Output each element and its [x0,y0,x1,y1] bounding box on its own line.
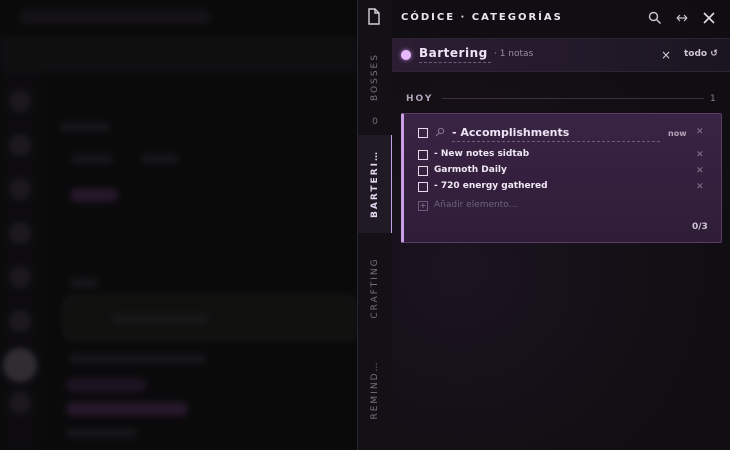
checklist-item[interactable]: - 720 energy gathered [434,181,548,191]
category-name-underline [419,62,491,63]
category-name[interactable]: Bartering [419,46,488,60]
add-item-icon[interactable]: + [418,201,428,211]
note-progress: 0/3 [692,222,708,232]
category-color-dot [401,50,411,60]
background-app [0,0,357,450]
tab-reminders-label: REMIND… [370,360,380,420]
codex-panel: CÓDICE · CATEGORÍAS Bartering · 1 notas … [392,0,730,450]
tab-reminders[interactable]: REMIND… [358,350,392,430]
tab-bartering[interactable]: BARTERI… [358,135,393,233]
tab-bosses[interactable]: BOSSES [358,42,392,112]
checklist-item[interactable]: Garmoth Daily [434,165,507,175]
category-note-count: · 1 notas [494,49,534,59]
panel-header: CÓDICE · CATEGORÍAS [392,0,730,39]
note-title[interactable]: - Accomplishments [452,126,569,139]
close-icon[interactable] [702,10,718,26]
item-checkbox[interactable] [418,150,428,160]
show-all-button[interactable]: todo ↺ [684,49,718,59]
panel-title: CÓDICE · CATEGORÍAS [401,12,563,23]
section-divider [442,98,704,99]
note-timestamp: now [668,129,687,138]
section-label: HOY [406,94,434,104]
section-count: 1 [710,94,716,104]
checklist-item[interactable]: - New notes sidtab [434,149,529,159]
tab-bosses-count: 0 [372,117,378,127]
category-close-button[interactable]: × [661,48,671,62]
category-header: Bartering · 1 notas × todo ↺ [392,39,730,72]
tab-crafting-label: CRAFTING [370,257,380,319]
remove-item-icon[interactable]: ✕ [696,150,704,160]
note-title-underline [452,141,660,142]
item-checkbox[interactable] [418,166,428,176]
remove-item-icon[interactable]: ✕ [696,166,704,176]
document-icon[interactable] [367,8,383,26]
note-card[interactable]: - Accomplishments now ✕ - New notes sidt… [401,113,722,243]
tab-bartering-label: BARTERI… [370,150,380,218]
item-checkbox[interactable] [418,182,428,192]
delete-note-icon[interactable]: ✕ [696,127,704,137]
search-icon[interactable] [648,10,664,26]
category-tab-rail: BOSSES 0 BARTERI… CRAFTING REMIND… [357,0,393,450]
expand-horizontal-icon[interactable] [675,10,691,26]
remove-item-icon[interactable]: ✕ [696,182,704,192]
note-checkbox[interactable] [418,128,428,138]
tab-crafting[interactable]: CRAFTING [358,245,392,331]
add-item-input[interactable]: Añadir elemento… [434,200,518,210]
tab-bosses-label: BOSSES [370,53,380,101]
pin-icon[interactable] [435,127,445,140]
